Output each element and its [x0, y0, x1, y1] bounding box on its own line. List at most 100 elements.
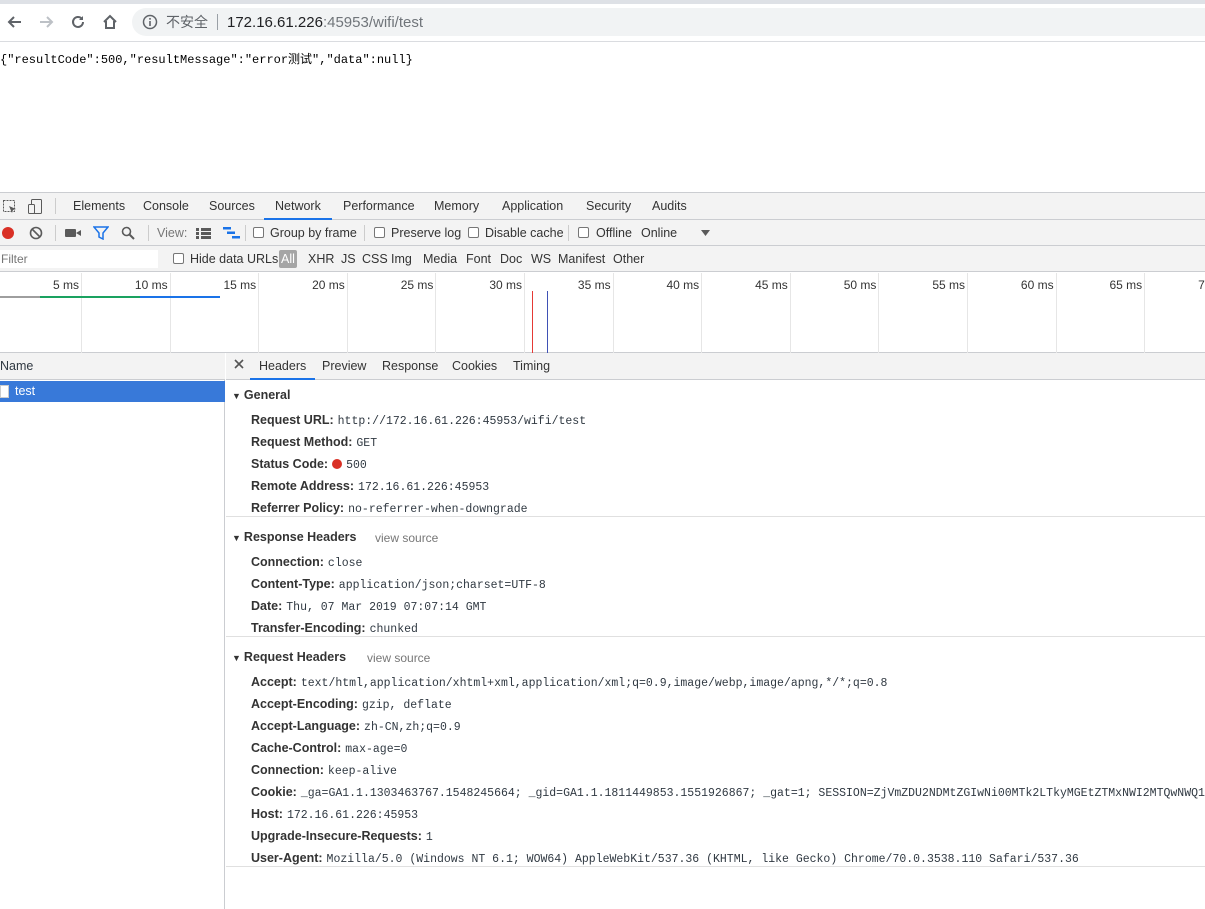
- timeline-gridline: [169, 273, 171, 353]
- tab-security[interactable]: Security: [586, 193, 631, 220]
- tab-application[interactable]: Application: [502, 193, 563, 220]
- waterfall-overview-icon[interactable]: [223, 227, 240, 239]
- url-host: 172.16.61.226: [227, 13, 323, 31]
- response-headers-section-title[interactable]: ▼ Response Headers: [232, 530, 356, 544]
- header-row: Date: Thu, 07 Mar 2019 07:07:14 GMT: [251, 599, 486, 614]
- tab-audits[interactable]: Audits: [652, 193, 687, 220]
- disable-cache-checkbox[interactable]: [468, 227, 479, 238]
- timeline-tick-label: 20 ms: [312, 278, 345, 292]
- filter-type-xhr[interactable]: XHR: [308, 246, 334, 272]
- home-button[interactable]: [99, 11, 121, 33]
- filter-type-font[interactable]: Font: [466, 246, 491, 272]
- chevron-down-icon[interactable]: [701, 230, 710, 236]
- large-rows-icon[interactable]: [196, 228, 211, 239]
- timeline-gridline: [1144, 273, 1146, 353]
- general-title-text: General: [243, 388, 291, 402]
- devtools-tabbar: Elements Console Sources Network Performance…: [0, 193, 1205, 220]
- back-button[interactable]: [4, 11, 26, 33]
- filter-icon[interactable]: [93, 226, 109, 240]
- header-value: text/html,application/xhtml+xml,applicat…: [300, 677, 888, 690]
- header-row: Host: 172.16.61.226:45953: [251, 807, 418, 822]
- timeline-tick-label: 10 ms: [134, 278, 168, 292]
- tab-network[interactable]: Network: [264, 193, 332, 220]
- filter-input[interactable]: [0, 250, 158, 268]
- group-by-frame-label[interactable]: Group by frame: [270, 220, 357, 246]
- detail-tab-preview[interactable]: Preview: [322, 353, 366, 380]
- filter-type-manifest[interactable]: Manifest: [558, 246, 605, 272]
- tab-console[interactable]: Console: [143, 193, 189, 220]
- header-value: Mozilla/5.0 (Windows NT 6.1; WOW64) Appl…: [326, 853, 1079, 866]
- reload-button[interactable]: [67, 11, 89, 33]
- header-key: Upgrade-Insecure-Requests:: [251, 829, 422, 843]
- detail-tab-response[interactable]: Response: [382, 353, 438, 380]
- browser-toolbar: 不安全 172.16.61.226:45953/wifi/test: [0, 0, 1205, 42]
- search-icon[interactable]: [121, 226, 135, 240]
- screenshot-camera-icon[interactable]: [65, 227, 81, 239]
- offline-checkbox[interactable]: [578, 227, 589, 238]
- response-headers-view-source-link[interactable]: view source: [375, 531, 438, 545]
- header-value: application/json;charset=UTF-8: [338, 579, 546, 592]
- name-column-header[interactable]: Name: [0, 353, 225, 380]
- timeline-tick-label: 55 ms: [932, 278, 965, 292]
- request-list: Name test: [0, 353, 225, 909]
- network-timeline-overview[interactable]: 5 ms 10 ms 15 ms 20 ms 25 ms 30 ms 35 ms 40 ms 4…: [0, 273, 1205, 353]
- omnibox[interactable]: 不安全 172.16.61.226:45953/wifi/test: [132, 8, 1205, 36]
- filter-type-media[interactable]: Media: [423, 246, 457, 272]
- info-icon[interactable]: [142, 14, 158, 30]
- preserve-log-checkbox[interactable]: [374, 227, 385, 238]
- offline-label[interactable]: Offline: [596, 220, 632, 246]
- header-key: Cookie:: [251, 785, 297, 799]
- filter-type-all[interactable]: All: [279, 250, 297, 268]
- general-section-title[interactable]: ▼ General: [232, 388, 290, 402]
- inspect-element-icon[interactable]: [2, 199, 18, 215]
- toolbar-divider: [55, 198, 56, 214]
- filter-type-doc[interactable]: Doc: [500, 246, 522, 272]
- timeline-gridline: [81, 273, 82, 353]
- filter-type-img[interactable]: Img: [391, 246, 412, 272]
- header-key: Transfer-Encoding:: [251, 621, 366, 635]
- header-row: Referrer Policy: no-referrer-when-downgra…: [251, 501, 528, 516]
- preserve-log-label[interactable]: Preserve log: [391, 220, 461, 246]
- detail-tab-headers[interactable]: Headers: [250, 353, 316, 380]
- tab-memory[interactable]: Memory: [434, 193, 479, 220]
- group-by-frame-checkbox[interactable]: [253, 227, 264, 238]
- timeline-gridline: [967, 273, 968, 353]
- request-headers-section-title[interactable]: ▼ Request Headers: [232, 650, 346, 664]
- header-key: Remote Address:: [251, 479, 355, 493]
- hide-data-urls-label[interactable]: Hide data URLs: [190, 246, 278, 272]
- arrow-right-icon: [40, 16, 54, 28]
- tab-performance[interactable]: Performance: [343, 193, 415, 220]
- filter-type-js[interactable]: JS: [341, 246, 356, 272]
- url-text[interactable]: 172.16.61.226:45953/wifi/test: [227, 14, 423, 31]
- request-headers-view-source-link[interactable]: view source: [367, 651, 430, 665]
- tab-elements[interactable]: Elements: [73, 193, 125, 220]
- throttling-select[interactable]: Online: [641, 220, 677, 246]
- hide-data-urls-checkbox[interactable]: [173, 253, 184, 264]
- clear-icon[interactable]: [29, 226, 43, 240]
- filter-type-ws[interactable]: WS: [531, 246, 551, 272]
- timeline-tick-label: 50 ms: [843, 278, 877, 292]
- filter-type-other[interactable]: Other: [613, 246, 644, 272]
- header-row: Connection: keep-alive: [251, 763, 397, 778]
- request-detail-panel: Headers Preview Response Cookies Timing ▼ Gen…: [226, 353, 1205, 909]
- close-icon[interactable]: [234, 359, 244, 369]
- load-event-marker: [532, 291, 533, 353]
- section-divider: [226, 866, 1205, 867]
- disable-cache-label[interactable]: Disable cache: [485, 220, 564, 246]
- record-icon[interactable]: [1, 226, 15, 240]
- header-row: Accept-Encoding: gzip, deflate: [251, 697, 452, 712]
- detail-tab-timing[interactable]: Timing: [513, 353, 550, 380]
- security-label[interactable]: 不安全: [166, 12, 208, 32]
- filter-type-css[interactable]: CSS: [362, 246, 388, 272]
- header-row: Request Method: GET: [251, 435, 377, 450]
- header-value: no-referrer-when-downgrade: [348, 503, 528, 516]
- timeline-gridline: [789, 273, 791, 353]
- tab-sources[interactable]: Sources: [209, 193, 255, 220]
- request-row[interactable]: test: [0, 381, 225, 402]
- detail-tab-cookies[interactable]: Cookies: [452, 353, 497, 380]
- header-value: close: [327, 557, 363, 570]
- timeline-tick-label: 25 ms: [400, 278, 434, 292]
- forward-button[interactable]: [35, 11, 57, 33]
- header-key: Cache-Control:: [251, 741, 342, 755]
- device-toolbar-icon[interactable]: [27, 198, 43, 215]
